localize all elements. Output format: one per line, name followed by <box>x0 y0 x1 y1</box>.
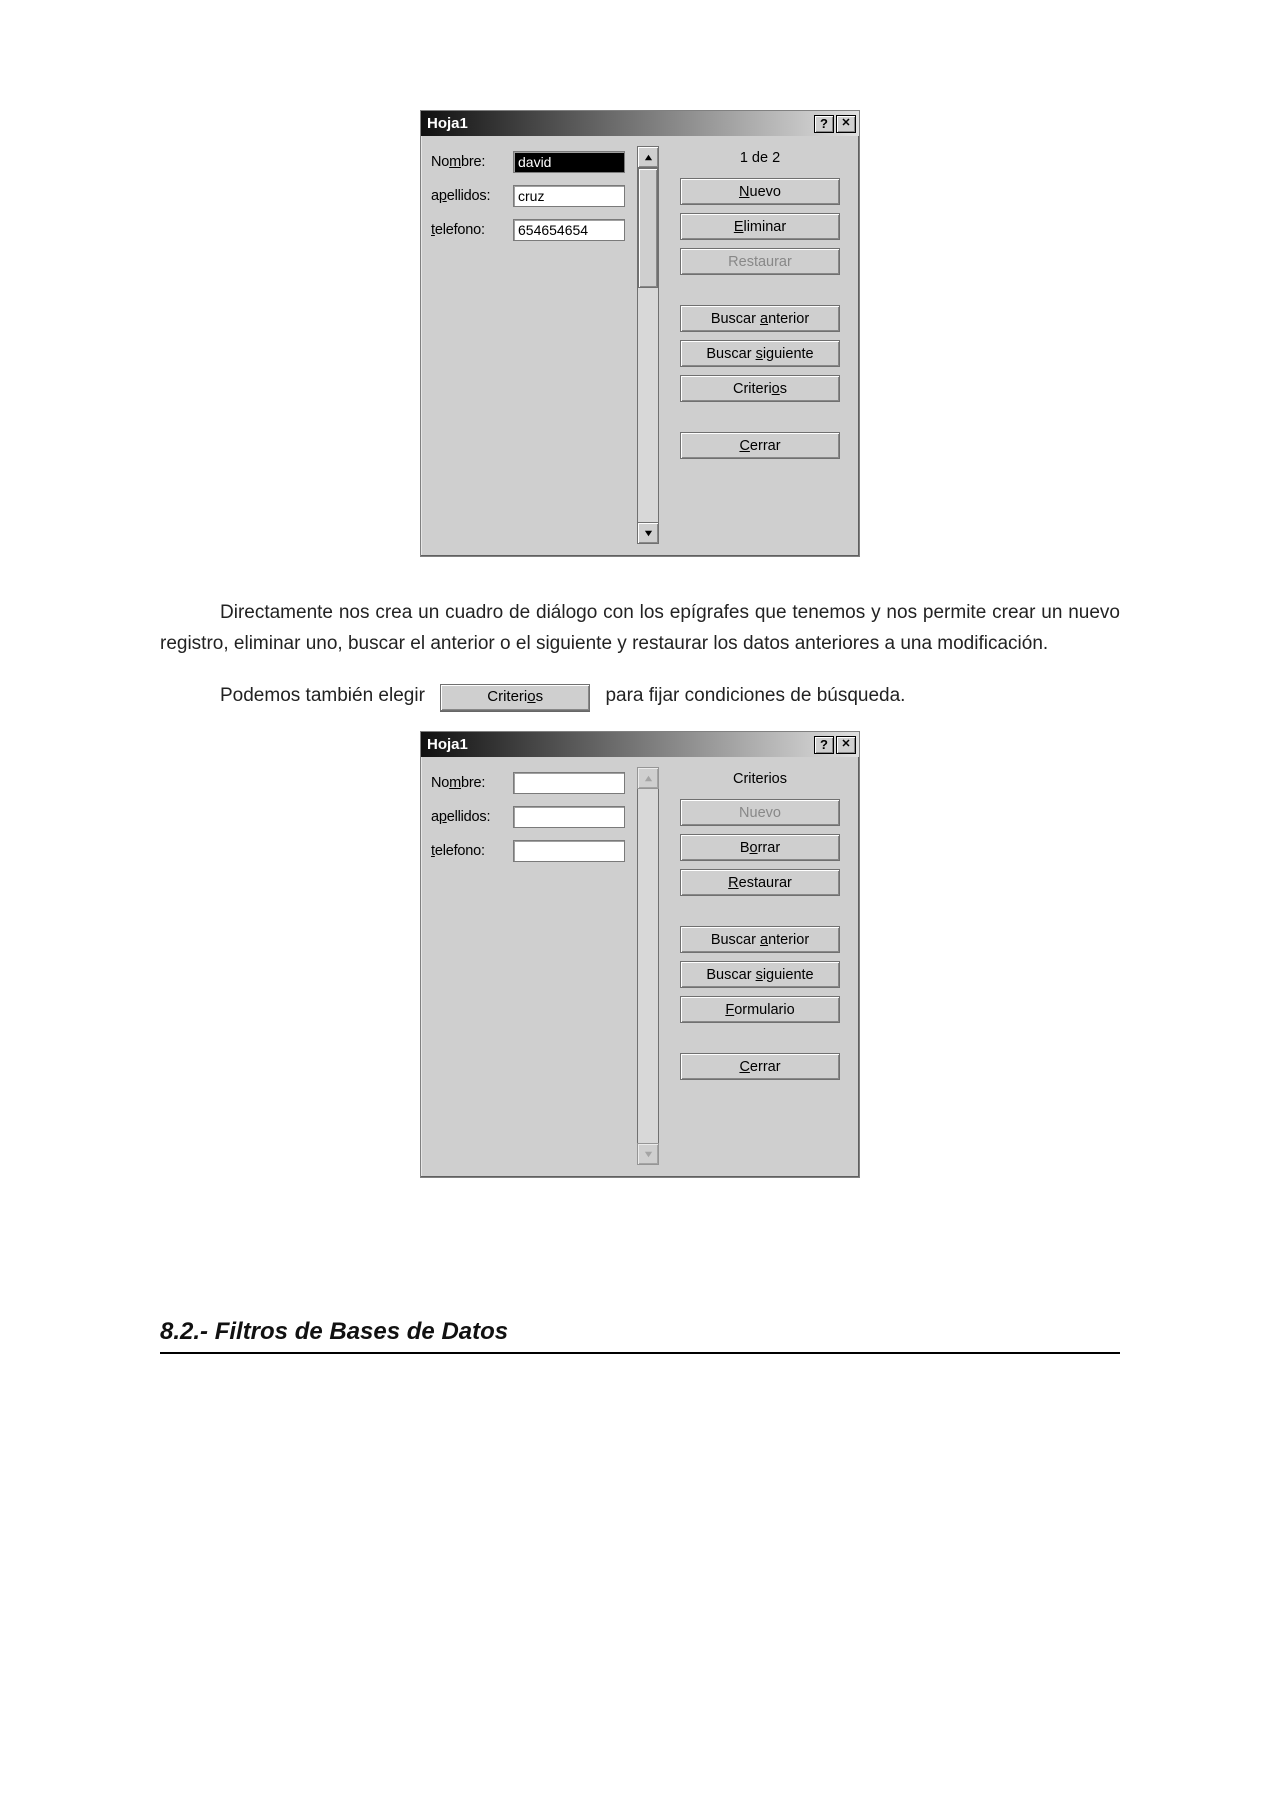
buscar-siguiente-button[interactable]: Buscar siguiente <box>680 961 840 988</box>
close-icon[interactable] <box>836 736 856 754</box>
apellidos-input[interactable] <box>513 806 625 828</box>
scroll-thumb[interactable] <box>638 168 658 288</box>
paragraph-1: Directamente nos crea un cuadro de diálo… <box>160 597 1120 660</box>
mode-label: Criterios <box>673 767 847 791</box>
nuevo-button[interactable]: Nuevo <box>680 178 840 205</box>
borrar-button[interactable]: Borrar <box>680 834 840 861</box>
criterios-inline-button[interactable]: Criterios <box>440 684 590 711</box>
apellidos-input[interactable] <box>513 185 625 207</box>
telefono-input[interactable] <box>513 840 625 862</box>
scroll-down-icon[interactable] <box>637 522 659 544</box>
restaurar-button[interactable]: Restaurar <box>680 869 840 896</box>
buscar-siguiente-button[interactable]: Buscar siguiente <box>680 340 840 367</box>
nuevo-button: Nuevo <box>680 799 840 826</box>
scrollbar[interactable] <box>637 146 659 544</box>
telefono-input[interactable] <box>513 219 625 241</box>
nombre-input[interactable] <box>513 151 625 173</box>
cerrar-button[interactable]: Cerrar <box>680 432 840 459</box>
nombre-input[interactable] <box>513 772 625 794</box>
criterios-button[interactable]: Criterios <box>680 375 840 402</box>
label-nombre: Nombre: <box>431 775 513 791</box>
formulario-button[interactable]: Formulario <box>680 996 840 1023</box>
scroll-up-icon[interactable] <box>637 146 659 168</box>
label-telefono: telefono: <box>431 843 513 859</box>
dialog-title: Hoja1 <box>427 736 468 753</box>
label-nombre: Nombre: <box>431 154 513 170</box>
form-dialog-2: Hoja1 Nombre: apellidos: <box>420 731 860 1178</box>
eliminar-button[interactable]: Eliminar <box>680 213 840 240</box>
record-counter: 1 de 2 <box>673 146 847 170</box>
buscar-anterior-button[interactable]: Buscar anterior <box>680 926 840 953</box>
scroll-up-icon <box>637 767 659 789</box>
buscar-anterior-button[interactable]: Buscar anterior <box>680 305 840 332</box>
scrollbar <box>637 767 659 1165</box>
label-apellidos: apellidos: <box>431 188 513 204</box>
label-apellidos: apellidos: <box>431 809 513 825</box>
restaurar-button: Restaurar <box>680 248 840 275</box>
dialog-title: Hoja1 <box>427 115 468 132</box>
scroll-track[interactable] <box>637 168 659 522</box>
form-dialog-1: Hoja1 Nombre: apellidos: <box>420 110 860 557</box>
label-telefono: telefono: <box>431 222 513 238</box>
help-icon[interactable] <box>814 115 834 133</box>
scroll-track <box>637 789 659 1143</box>
titlebar[interactable]: Hoja1 <box>421 732 859 757</box>
close-icon[interactable] <box>836 115 856 133</box>
help-icon[interactable] <box>814 736 834 754</box>
cerrar-button[interactable]: Cerrar <box>680 1053 840 1080</box>
paragraph-2: Podemos también elegir Criterios para fi… <box>160 680 1120 712</box>
section-heading: 8.2.- Filtros de Bases de Datos <box>160 1318 1120 1354</box>
titlebar[interactable]: Hoja1 <box>421 111 859 136</box>
scroll-down-icon <box>637 1143 659 1165</box>
